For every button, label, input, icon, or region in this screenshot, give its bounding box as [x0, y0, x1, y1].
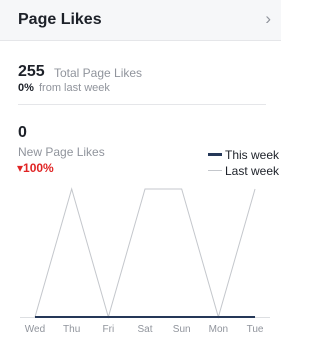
x-tick-label: Tue: [247, 324, 264, 335]
x-tick-label: Sun: [173, 324, 191, 335]
x-tick-label: Thu: [63, 324, 80, 335]
page-likes-chart: Wed Thu Fri Sat Sun Mon Tue: [20, 187, 270, 335]
x-tick-label: Mon: [209, 324, 228, 335]
x-tick-label: Sat: [138, 324, 153, 335]
series-line-last-week: [34, 187, 256, 319]
x-tick-label: Fri: [103, 324, 115, 335]
x-tick-label: Wed: [25, 324, 45, 335]
